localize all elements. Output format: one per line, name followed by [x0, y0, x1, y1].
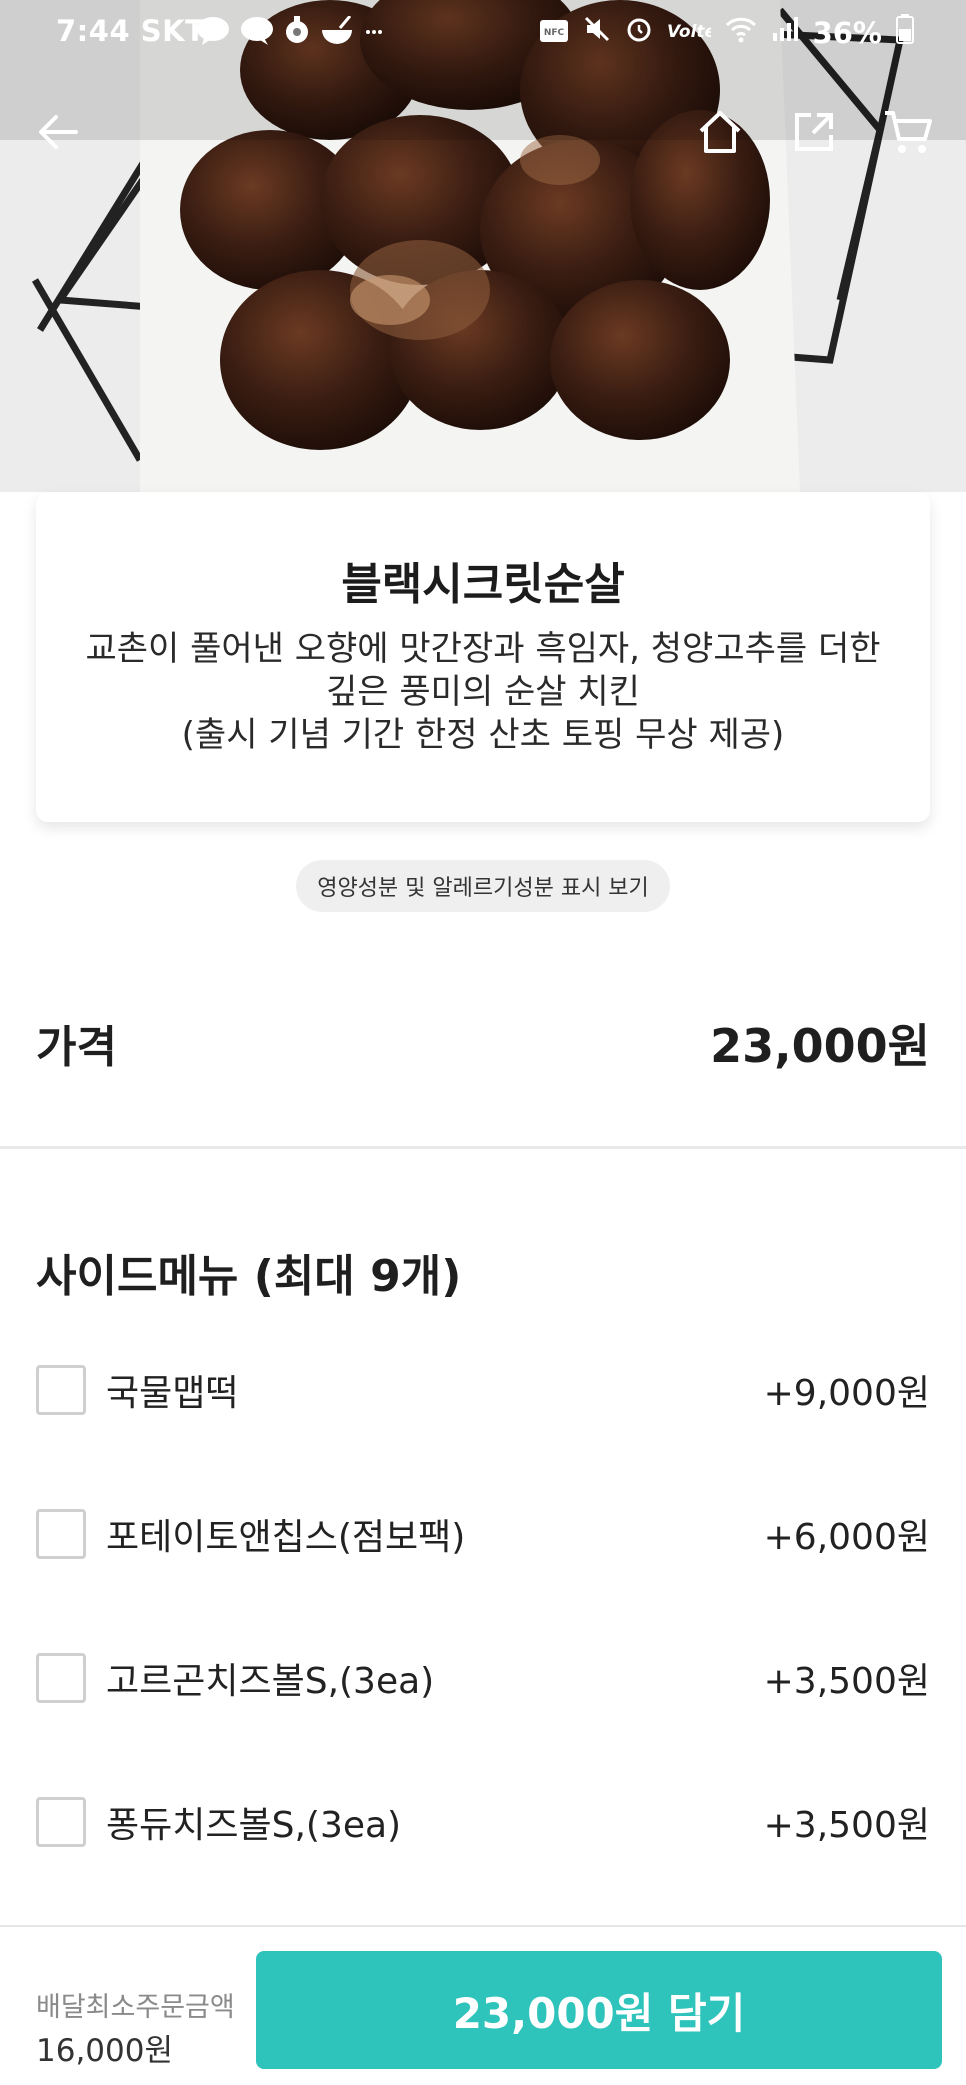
product-title: 블랙시크릿순살 [341, 559, 625, 610]
option-left: 국물맵떡 [36, 1364, 238, 1416]
share-icon [795, 113, 833, 151]
min-order-label: 배달최소주문금액 [36, 1992, 235, 2023]
svg-text:NFC: NFC [543, 28, 564, 38]
mute-icon [583, 15, 611, 50]
add-to-cart-button[interactable]: 23,000원 담기 [256, 1951, 942, 2069]
price-value: 23,000원 [710, 1019, 930, 1073]
nutrition-allergy-button[interactable]: 영양성분 및 알레르기성분 표시 보기 [296, 860, 670, 912]
product-hero-image [0, 0, 966, 492]
bottom-order-bar: 배달최소주문금액 16,000원 23,000원 담기 [0, 1925, 966, 2085]
notification-icons [196, 15, 384, 53]
battery-percent: 36% [812, 15, 882, 50]
option-left: 포테이토앤칩스(점보팩) [36, 1508, 465, 1560]
wifi-icon [725, 15, 757, 50]
min-order-value: 16,000원 [36, 2033, 173, 2069]
cart-icon [885, 111, 932, 153]
option-name: 포테이토앤칩스(점보팩) [106, 1517, 466, 1558]
alarm-icon [625, 15, 653, 50]
more-icon [364, 16, 384, 53]
status-bar: 7:44 SKT NFC Volte [0, 0, 966, 66]
option-price: +3,500원 [763, 1661, 930, 1702]
option-price: +3,500원 [763, 1805, 930, 1846]
back-arrow-icon [39, 115, 78, 149]
price-label: 가격 [36, 1022, 117, 1073]
side-menu-option[interactable]: 퐁듀치즈볼S,(3ea) +3,500원 [36, 1792, 930, 1852]
back-button[interactable] [26, 100, 90, 164]
section-divider [0, 1146, 966, 1149]
price-row: 가격 23,000원 [36, 1010, 930, 1076]
option-checkbox[interactable] [36, 1365, 86, 1415]
option-name: 고르곤치즈볼S,(3ea) [106, 1661, 435, 1702]
status-time: 7:44 SKT [56, 14, 206, 48]
option-name: 국물맵떡 [106, 1373, 239, 1414]
volte-icon: Volte [667, 16, 716, 50]
side-menu-title: 사이드메뉴 (최대 9개) [36, 1251, 462, 1302]
option-name: 퐁듀치즈볼S,(3ea) [106, 1805, 402, 1846]
product-desc-line: 교촌이 풀어낸 오향에 맛간장과 흑임자, 청양고추를 더한 [85, 629, 881, 669]
nfc-icon: NFC [539, 16, 569, 50]
home-icon [699, 111, 741, 153]
talk-icon [196, 16, 230, 53]
food-icon [320, 15, 354, 53]
option-left: 퐁듀치즈볼S,(3ea) [36, 1796, 401, 1848]
battery-icon [896, 14, 914, 51]
product-description: 교촌이 풀어낸 오향에 맛간장과 흑임자, 청양고추를 더한 깊은 풍미의 순살… [36, 628, 930, 757]
signal-icon [771, 15, 799, 50]
share-button[interactable] [782, 100, 846, 164]
home-button[interactable] [688, 100, 752, 164]
option-checkbox[interactable] [36, 1653, 86, 1703]
side-menu-option[interactable]: 국물맵떡 +9,000원 [36, 1360, 930, 1420]
option-left: 고르곤치즈볼S,(3ea) [36, 1652, 434, 1704]
location-icon [284, 16, 310, 53]
side-menu-option[interactable]: 고르곤치즈볼S,(3ea) +3,500원 [36, 1648, 930, 1708]
option-price: +9,000원 [763, 1373, 930, 1414]
side-menu-option[interactable]: 포테이토앤칩스(점보팩) +6,000원 [36, 1504, 930, 1564]
chat-icon [240, 16, 274, 53]
product-info-card: 블랙시크릿순살 교촌이 풀어낸 오향에 맛간장과 흑임자, 청양고추를 더한 깊… [36, 492, 930, 822]
option-checkbox[interactable] [36, 1797, 86, 1847]
svg-text:Volte: Volte [667, 22, 711, 42]
cart-button[interactable] [876, 100, 940, 164]
system-status-icons: NFC Volte 36% [539, 14, 914, 51]
option-checkbox[interactable] [36, 1509, 86, 1559]
product-desc-line: 깊은 풍미의 순살 치킨 [326, 672, 640, 712]
fried-chicken-image [0, 0, 966, 492]
option-price: +6,000원 [763, 1517, 930, 1558]
product-desc-line: (출시 기념 기간 한정 산초 토핑 무상 제공) [181, 715, 785, 755]
